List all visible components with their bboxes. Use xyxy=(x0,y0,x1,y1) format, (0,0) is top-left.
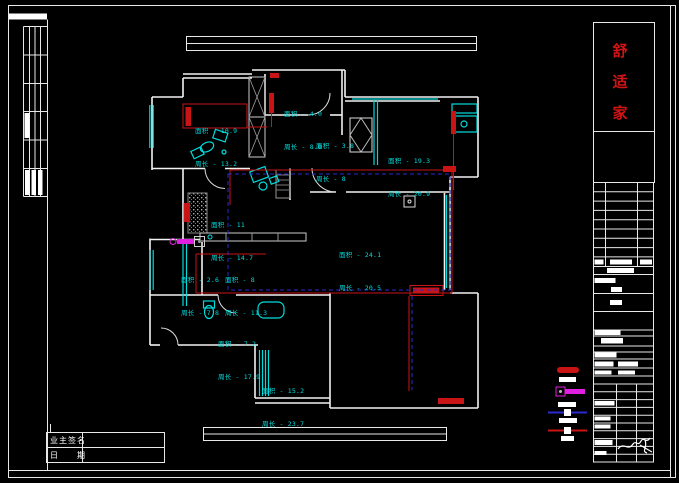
valve-icon xyxy=(556,387,585,396)
room-label: 面积 - 24.1 周长 - 20.5 xyxy=(339,228,381,316)
radiator xyxy=(438,398,464,404)
room-label: 面积 - 7.2 周长 - 17.9 xyxy=(218,317,260,405)
elevator-shaft xyxy=(249,77,265,157)
room-label: 面积 - 10.9 周长 - 13.2 xyxy=(195,104,237,192)
room-perimeter: 周长 - 8 xyxy=(316,174,354,185)
brand-char-3: 家 xyxy=(611,102,629,123)
signature-scribble xyxy=(618,438,652,453)
gas-valve xyxy=(170,237,205,247)
room-perimeter: 周长 - 23.7 xyxy=(262,419,304,430)
date-label: 日 期 xyxy=(50,450,86,461)
room-perimeter: 周长 - 17.9 xyxy=(218,372,260,383)
red-wire-line-icon xyxy=(548,427,587,434)
room-area: 面积 - 8 xyxy=(225,275,267,286)
room-label: 面积 - 3.8 周长 - 8 xyxy=(316,119,354,207)
cad-floorplan-screenshot: 舒 适 家 面积 - 10.9 周长 - 13.2 面积 - 4.0 周长 - … xyxy=(0,0,679,483)
hatched-cabinet xyxy=(188,193,207,233)
room-area: 面积 - 2.6 xyxy=(181,275,219,286)
room-label: 面积 - 19.3 周长 - 20.9 xyxy=(388,134,430,222)
room-label: 面积 - 15.2 周长 - 23.7 xyxy=(262,364,304,452)
room-area: 面积 - 10.9 xyxy=(195,126,237,137)
room-area: 面积 - 3.8 xyxy=(316,141,354,152)
bottom-title-bars xyxy=(204,428,447,441)
left-revision-table xyxy=(24,27,48,197)
room-perimeter: 周长 - 20.9 xyxy=(388,189,430,200)
plan-legend xyxy=(548,367,587,441)
red-capsule-icon xyxy=(557,367,579,373)
room-area: 面积 - 24.1 xyxy=(339,250,381,261)
blue-wire-line-icon xyxy=(548,409,587,416)
room-area: 面积 - 19.3 xyxy=(388,156,430,167)
room-perimeter: 周长 - 7.8 xyxy=(181,308,219,319)
room-area: 面积 - 7.2 xyxy=(218,339,260,350)
brand-char-1: 舒 xyxy=(611,40,629,61)
room-label: 面积 - 2.6 周长 - 7.8 xyxy=(181,253,219,341)
room-perimeter: 周长 - 20.5 xyxy=(339,283,381,294)
room-perimeter: 周长 - 13.2 xyxy=(195,159,237,170)
room-area: 面积 - 15.2 xyxy=(262,386,304,397)
room-area: 面积 - 11 xyxy=(211,220,253,231)
brand-char-2: 适 xyxy=(611,71,629,92)
owner-signature-label: 业主签名 xyxy=(50,435,86,446)
top-title-bars xyxy=(187,37,477,51)
